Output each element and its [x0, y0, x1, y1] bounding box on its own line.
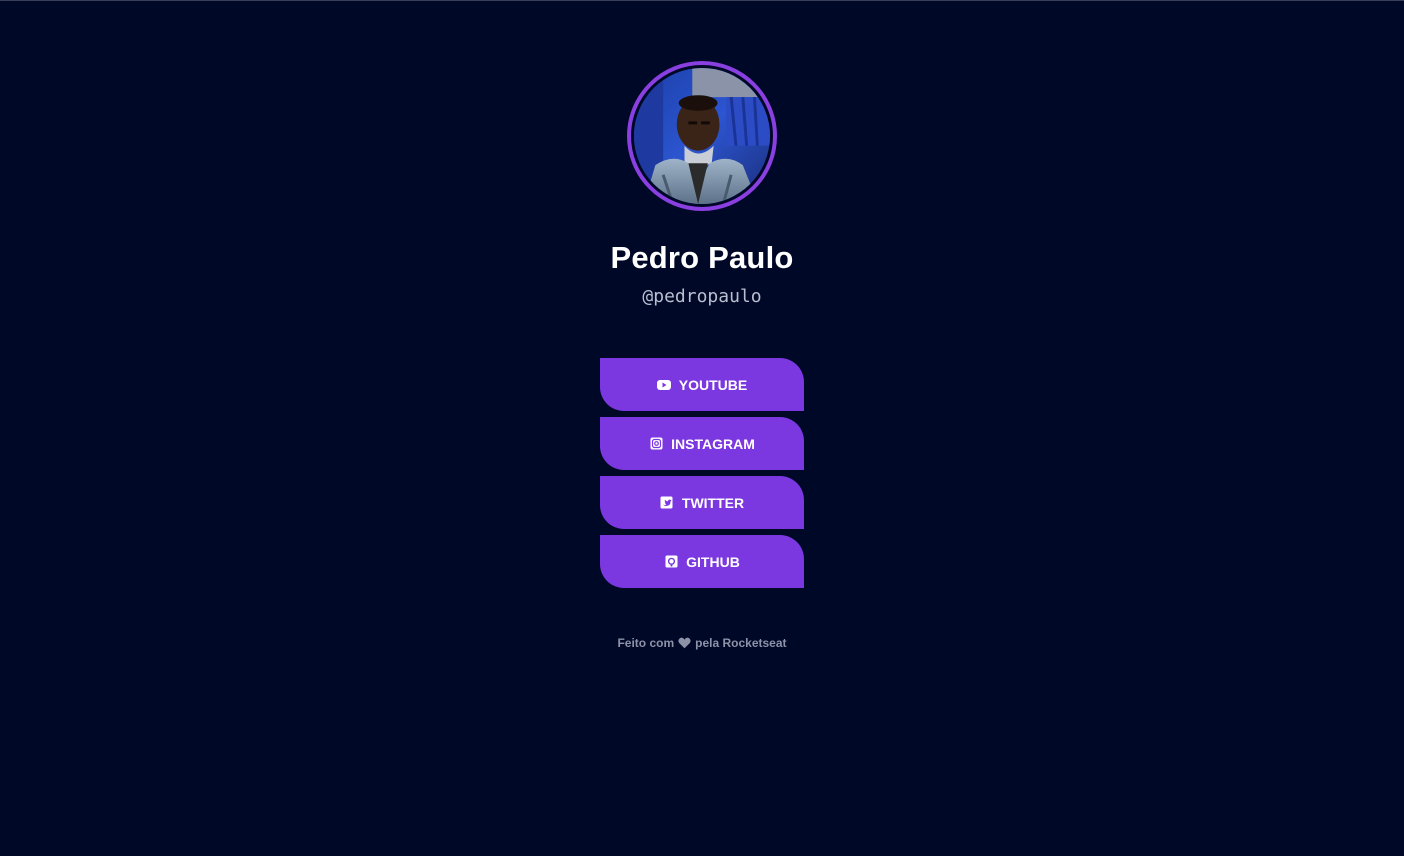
instagram-link-label: INSTAGRAM	[671, 435, 755, 452]
youtube-link-button[interactable]: YOUTUBE	[600, 358, 804, 411]
link-list: YOUTUBE INSTAGRAM TWITTER GITHUB	[600, 358, 804, 588]
github-link-label: GITHUB	[686, 553, 740, 570]
profile-handle: @pedropaulo	[642, 286, 762, 307]
github-icon	[664, 555, 678, 569]
github-link-button[interactable]: GITHUB	[600, 535, 804, 588]
instagram-link-button[interactable]: INSTAGRAM	[600, 417, 804, 470]
profile-card: Pedro Paulo @pedropaulo YOUTUBE INSTAGRA…	[0, 61, 1404, 650]
youtube-link-label: YOUTUBE	[678, 376, 748, 393]
instagram-icon	[649, 437, 663, 451]
twitter-link-button[interactable]: TWITTER	[600, 476, 804, 529]
footer-text-before: Feito com	[617, 636, 675, 650]
twitter-link-label: TWITTER	[681, 494, 745, 511]
avatar	[634, 68, 770, 204]
footer-text-after: pela Rocketseat	[695, 636, 787, 650]
footer-credit: Feito com pela Rocketseat	[617, 636, 786, 650]
profile-name: Pedro Paulo	[610, 240, 794, 275]
avatar-ring	[627, 61, 777, 211]
twitter-icon	[660, 496, 674, 510]
youtube-icon	[656, 378, 671, 392]
heart-icon	[678, 637, 691, 649]
